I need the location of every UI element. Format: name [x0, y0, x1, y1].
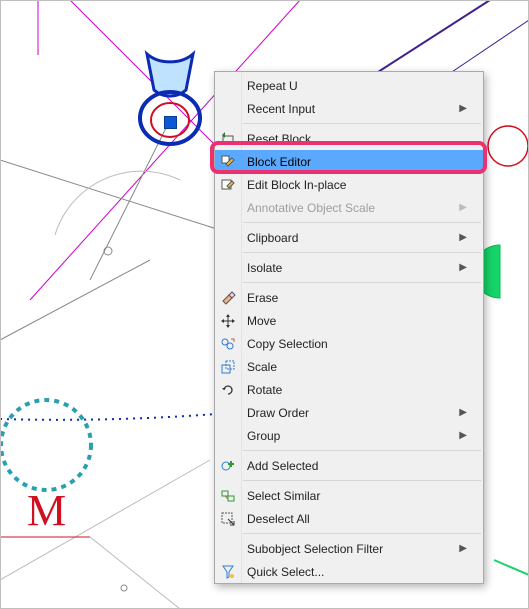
menu-item-label: Isolate: [247, 261, 453, 275]
submenu-arrow-icon: ▶: [459, 202, 467, 213]
submenu-arrow-icon: ▶: [459, 430, 467, 441]
menu-item-label: Annotative Object Scale: [247, 201, 453, 215]
menu-item-rotate[interactable]: Rotate: [215, 378, 483, 401]
submenu-arrow-icon: ▶: [459, 407, 467, 418]
menu-item-isolate[interactable]: Isolate ▶: [215, 256, 483, 279]
rotate-icon: [220, 382, 236, 398]
select-similar-icon: [220, 488, 236, 504]
menu-item-select-similar[interactable]: Select Similar: [215, 484, 483, 507]
menu-item-label: Rotate: [247, 383, 467, 397]
submenu-arrow-icon: ▶: [459, 232, 467, 243]
menu-item-block-editor[interactable]: Block Editor: [215, 150, 483, 173]
menu-item-deselect-all[interactable]: Deselect All: [215, 507, 483, 530]
menu-item-label: Scale: [247, 360, 467, 374]
menu-item-label: Edit Block In-place: [247, 178, 467, 192]
menu-item-clipboard[interactable]: Clipboard ▶: [215, 226, 483, 249]
submenu-arrow-icon: ▶: [459, 103, 467, 114]
reset-block-icon: [220, 131, 236, 147]
erase-icon: [220, 290, 236, 306]
context-menu: Repeat U Recent Input ▶ Reset Block Block Ed…: [214, 71, 484, 584]
menu-item-annotative-object-scale: Annotative Object Scale ▶: [215, 196, 483, 219]
menu-separator: [243, 222, 481, 223]
edit-in-place-icon: [220, 177, 236, 193]
submenu-arrow-icon: ▶: [459, 262, 467, 273]
menu-item-reset-block[interactable]: Reset Block: [215, 127, 483, 150]
menu-separator: [243, 123, 481, 124]
menu-item-label: Block Editor: [247, 155, 467, 169]
menu-item-label: Group: [247, 429, 453, 443]
menu-item-draw-order[interactable]: Draw Order ▶: [215, 401, 483, 424]
menu-item-label: Select Similar: [247, 489, 467, 503]
add-selected-icon: [220, 458, 236, 474]
menu-item-quick-select[interactable]: Quick Select...: [215, 560, 483, 583]
cad-viewport[interactable]: M Repeat U Recent Input ▶ Reset Block Block …: [0, 0, 529, 609]
menu-item-copy-selection[interactable]: Copy Selection: [215, 332, 483, 355]
menu-separator: [243, 533, 481, 534]
move-icon: [220, 313, 236, 329]
menu-item-subobject-selection-filter[interactable]: Subobject Selection Filter ▶: [215, 537, 483, 560]
menu-item-label: Subobject Selection Filter: [247, 542, 453, 556]
menu-item-label: Repeat U: [247, 79, 467, 93]
menu-item-scale[interactable]: Scale: [215, 355, 483, 378]
menu-item-label: Copy Selection: [247, 337, 467, 351]
menu-separator: [243, 282, 481, 283]
menu-item-repeat-u[interactable]: Repeat U: [215, 74, 483, 97]
menu-item-label: Deselect All: [247, 512, 467, 526]
block-letter-m: M: [27, 486, 66, 535]
menu-item-group[interactable]: Group ▶: [215, 424, 483, 447]
selection-grip[interactable]: [164, 116, 177, 129]
menu-item-label: Recent Input: [247, 102, 453, 116]
scale-icon: [220, 359, 236, 375]
menu-item-erase[interactable]: Erase: [215, 286, 483, 309]
menu-item-label: Reset Block: [247, 132, 467, 146]
quick-select-icon: [220, 564, 236, 580]
menu-separator: [243, 480, 481, 481]
menu-item-add-selected[interactable]: Add Selected: [215, 454, 483, 477]
copy-selection-icon: [220, 336, 236, 352]
block-editor-icon: [220, 154, 236, 170]
menu-item-label: Erase: [247, 291, 467, 305]
menu-item-label: Add Selected: [247, 459, 467, 473]
menu-item-label: Draw Order: [247, 406, 453, 420]
menu-item-label: Move: [247, 314, 467, 328]
menu-separator: [243, 450, 481, 451]
menu-item-label: Clipboard: [247, 231, 453, 245]
menu-item-move[interactable]: Move: [215, 309, 483, 332]
submenu-arrow-icon: ▶: [459, 543, 467, 554]
menu-item-label: Quick Select...: [247, 565, 467, 579]
menu-separator: [243, 252, 481, 253]
menu-item-edit-block-in-place[interactable]: Edit Block In-place: [215, 173, 483, 196]
menu-item-recent-input[interactable]: Recent Input ▶: [215, 97, 483, 120]
deselect-all-icon: [220, 511, 236, 527]
